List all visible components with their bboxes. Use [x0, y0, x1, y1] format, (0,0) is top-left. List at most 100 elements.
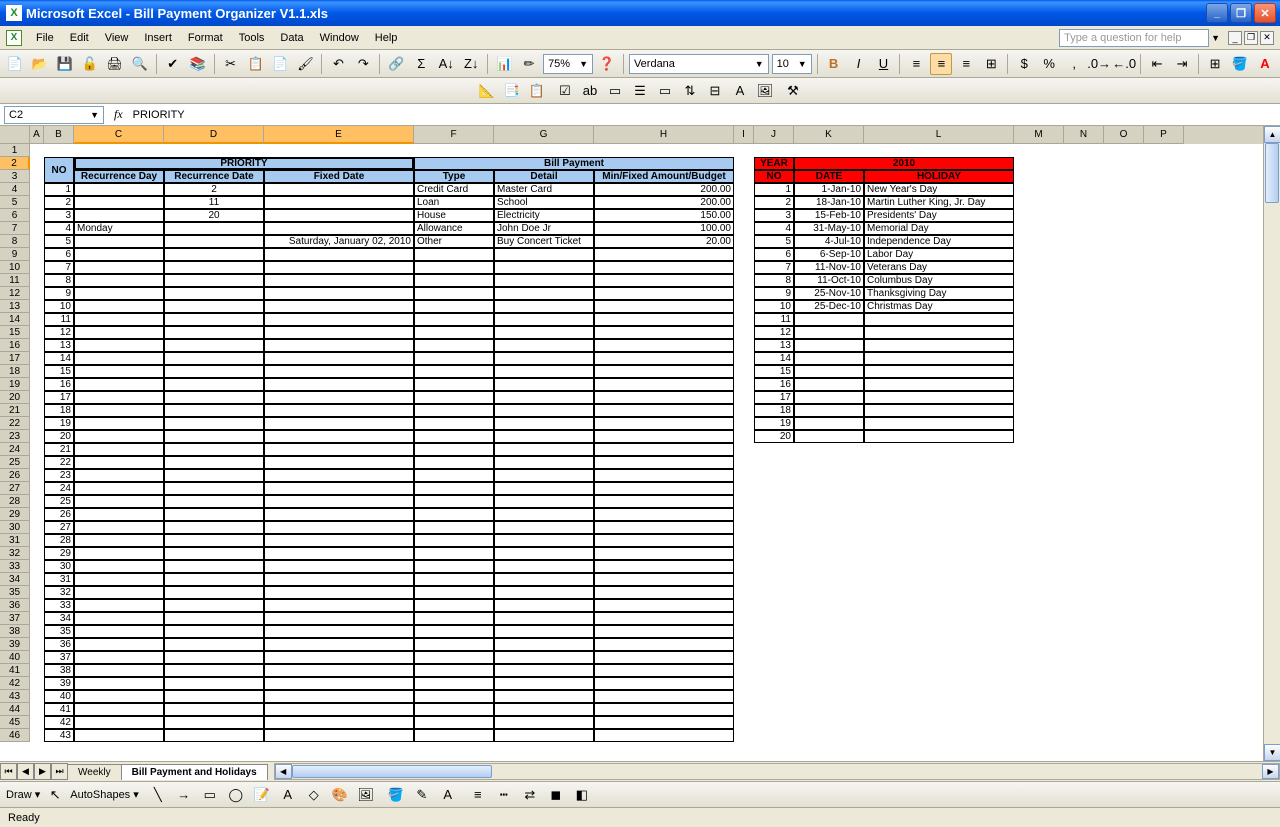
doc-close[interactable]: ✕: [1260, 31, 1274, 45]
row-header-39[interactable]: 39: [0, 638, 30, 651]
row-header-11[interactable]: 11: [0, 274, 30, 287]
doc-icon[interactable]: X: [6, 30, 22, 46]
menu-help[interactable]: Help: [367, 30, 406, 46]
zoom-combo[interactable]: 75%▼: [543, 54, 593, 74]
copy-icon[interactable]: 📋: [245, 53, 267, 75]
hscroll-thumb[interactable]: [292, 765, 492, 778]
cell-no-19[interactable]: 16: [44, 378, 74, 391]
row-header-1[interactable]: 1: [0, 144, 30, 157]
name-box[interactable]: C2▼: [4, 106, 104, 124]
cell-hno-14[interactable]: 11: [754, 313, 794, 326]
cell-hdate-22[interactable]: [794, 417, 864, 430]
cell-type-38[interactable]: [414, 625, 494, 638]
cell-day-8[interactable]: [74, 235, 164, 248]
cell-detail-45[interactable]: [494, 716, 594, 729]
cell-date-31[interactable]: [164, 534, 264, 547]
cell-date-43[interactable]: [164, 690, 264, 703]
3d-icon[interactable]: ◧: [571, 784, 593, 806]
comma-icon[interactable]: ,: [1063, 53, 1085, 75]
cell-fd-42[interactable]: [264, 677, 414, 690]
cell-amt-41[interactable]: [594, 664, 734, 677]
row-header-32[interactable]: 32: [0, 547, 30, 560]
cell-day-42[interactable]: [74, 677, 164, 690]
cell-day-36[interactable]: [74, 599, 164, 612]
shadow-icon[interactable]: ◼: [545, 784, 567, 806]
hdr-year[interactable]: 2010: [794, 157, 1014, 170]
cell-detail-44[interactable]: [494, 703, 594, 716]
hdr-amount[interactable]: Min/Fixed Amount/Budget: [594, 170, 734, 183]
cell-hno-20[interactable]: 17: [754, 391, 794, 404]
cell-hdate-8[interactable]: 4-Jul-10: [794, 235, 864, 248]
cell-day-40[interactable]: [74, 651, 164, 664]
cell-hdate-13[interactable]: 25-Dec-10: [794, 300, 864, 313]
cell-detail-30[interactable]: [494, 521, 594, 534]
cell-day-25[interactable]: [74, 456, 164, 469]
cell-date-42[interactable]: [164, 677, 264, 690]
cell-no-18[interactable]: 15: [44, 365, 74, 378]
cell-no-42[interactable]: 39: [44, 677, 74, 690]
cell-type-4[interactable]: Credit Card: [414, 183, 494, 196]
cell-day-4[interactable]: [74, 183, 164, 196]
hdr-holiday[interactable]: HOLIDAY: [864, 170, 1014, 183]
row-header-36[interactable]: 36: [0, 599, 30, 612]
cut-icon[interactable]: ✂: [220, 53, 242, 75]
cell-fd-15[interactable]: [264, 326, 414, 339]
cell-amt-46[interactable]: [594, 729, 734, 742]
col-header-J[interactable]: J: [754, 126, 794, 144]
cell-fd-32[interactable]: [264, 547, 414, 560]
cell-type-12[interactable]: [414, 287, 494, 300]
cell-day-34[interactable]: [74, 573, 164, 586]
spell-icon[interactable]: ✔: [162, 53, 184, 75]
row-header-35[interactable]: 35: [0, 586, 30, 599]
cell-hdate-14[interactable]: [794, 313, 864, 326]
cell-hdate-10[interactable]: 11-Nov-10: [794, 261, 864, 274]
cell-date-26[interactable]: [164, 469, 264, 482]
cell-hdate-9[interactable]: 6-Sep-10: [794, 248, 864, 261]
row-header-43[interactable]: 43: [0, 690, 30, 703]
cell-fd-10[interactable]: [264, 261, 414, 274]
cell-hno-18[interactable]: 15: [754, 365, 794, 378]
cell-date-41[interactable]: [164, 664, 264, 677]
cell-hol-17[interactable]: [864, 352, 1014, 365]
cell-fd-26[interactable]: [264, 469, 414, 482]
cell-detail-42[interactable]: [494, 677, 594, 690]
row-header-10[interactable]: 10: [0, 261, 30, 274]
cell-no-32[interactable]: 29: [44, 547, 74, 560]
cell-day-28[interactable]: [74, 495, 164, 508]
cell-no-24[interactable]: 21: [44, 443, 74, 456]
cell-day-32[interactable]: [74, 547, 164, 560]
row-header-26[interactable]: 26: [0, 469, 30, 482]
cell-date-45[interactable]: [164, 716, 264, 729]
close-button[interactable]: ✕: [1254, 3, 1276, 23]
row-header-44[interactable]: 44: [0, 703, 30, 716]
doc-restore[interactable]: ❐: [1244, 31, 1258, 45]
cell-no-36[interactable]: 33: [44, 599, 74, 612]
cell-hdate-19[interactable]: [794, 378, 864, 391]
cell-hno-16[interactable]: 13: [754, 339, 794, 352]
cell-type-26[interactable]: [414, 469, 494, 482]
cell-amt-30[interactable]: [594, 521, 734, 534]
help-search[interactable]: Type a question for help: [1059, 29, 1209, 47]
cell-day-26[interactable]: [74, 469, 164, 482]
cell-date-33[interactable]: [164, 560, 264, 573]
cell-date-38[interactable]: [164, 625, 264, 638]
cell-no-8[interactable]: 5: [44, 235, 74, 248]
col-header-A[interactable]: A: [30, 126, 44, 144]
row-header-7[interactable]: 7: [0, 222, 30, 235]
cell-hdate-4[interactable]: 1-Jan-10: [794, 183, 864, 196]
row-header-19[interactable]: 19: [0, 378, 30, 391]
cell-detail-8[interactable]: Buy Concert Ticket: [494, 235, 594, 248]
autoshapes-menu[interactable]: AutoShapes ▾: [70, 788, 139, 801]
doc-minimize[interactable]: _: [1228, 31, 1242, 45]
cell-date-6[interactable]: 20: [164, 209, 264, 222]
cell-day-30[interactable]: [74, 521, 164, 534]
cell-fd-24[interactable]: [264, 443, 414, 456]
cell-date-44[interactable]: [164, 703, 264, 716]
cell-day-20[interactable]: [74, 391, 164, 404]
permission-icon[interactable]: 🔓: [79, 53, 101, 75]
cell-detail-11[interactable]: [494, 274, 594, 287]
cell-amt-12[interactable]: [594, 287, 734, 300]
cell-day-19[interactable]: [74, 378, 164, 391]
row-header-34[interactable]: 34: [0, 573, 30, 586]
tab-bill-payment[interactable]: Bill Payment and Holidays: [121, 764, 268, 780]
